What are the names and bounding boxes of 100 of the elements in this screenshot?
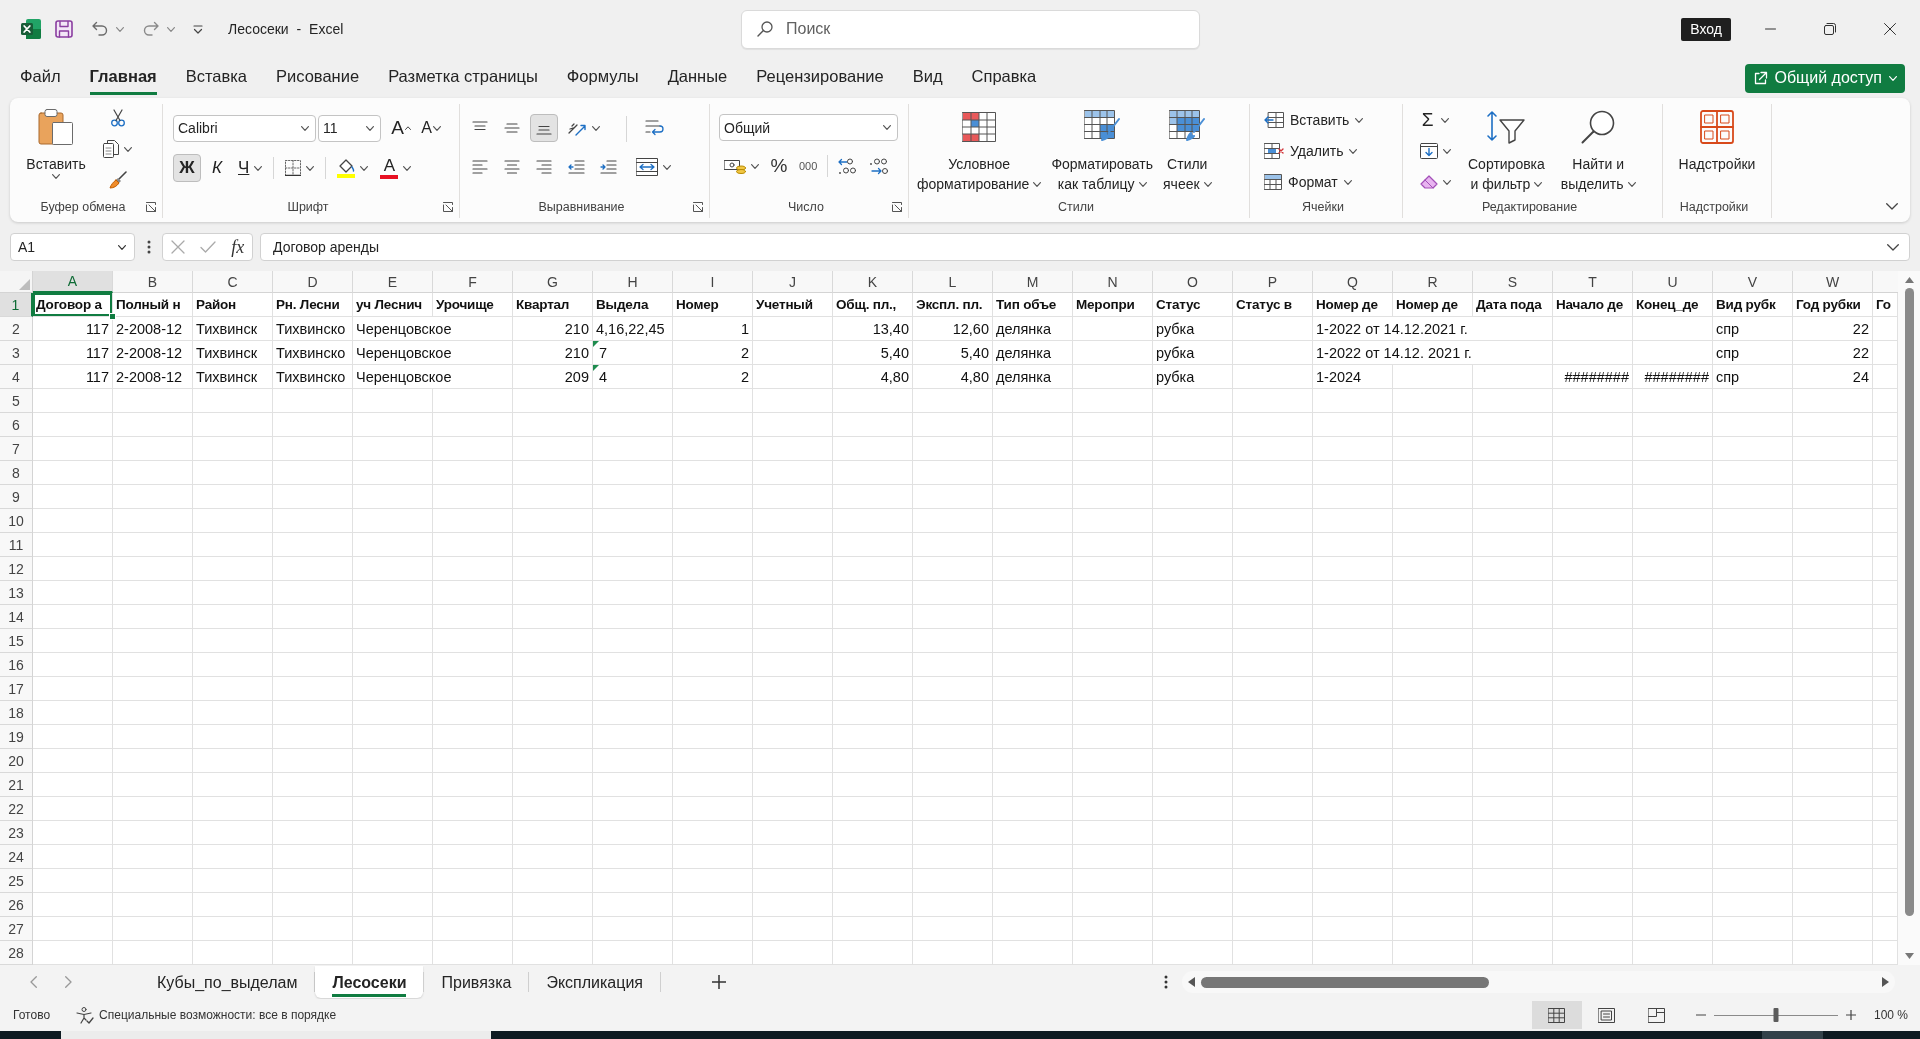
column-header[interactable]: I xyxy=(673,271,753,293)
formula-input[interactable]: Договор аренды xyxy=(260,233,1910,261)
row-header[interactable]: 7 xyxy=(0,437,33,461)
name-box[interactable]: A1 xyxy=(10,233,135,261)
row-header[interactable]: 20 xyxy=(0,749,33,773)
row-header[interactable]: 15 xyxy=(0,629,33,653)
grow-font-button[interactable]: A xyxy=(387,114,415,142)
ribbon-tab[interactable]: Справка xyxy=(971,61,1037,95)
row-header[interactable]: 2 xyxy=(0,317,33,341)
row-header[interactable]: 23 xyxy=(0,821,33,845)
row-header[interactable]: 28 xyxy=(0,941,33,965)
row-header[interactable]: 16 xyxy=(0,653,33,677)
row-header[interactable]: 1 xyxy=(0,293,33,317)
row-header[interactable]: 26 xyxy=(0,893,33,917)
search-field[interactable]: Поиск xyxy=(741,9,1200,49)
number-format-dropdown[interactable]: Общий xyxy=(719,114,898,141)
column-header[interactable]: C xyxy=(193,271,273,293)
column-header[interactable]: E xyxy=(353,271,433,293)
column-header[interactable]: Q xyxy=(1313,271,1393,293)
column-header[interactable]: O xyxy=(1153,271,1233,293)
sheet-tab[interactable]: Привязка xyxy=(424,966,529,998)
scrollbar-thumb[interactable] xyxy=(1201,976,1489,988)
column-header[interactable]: T xyxy=(1553,271,1633,293)
row-header[interactable]: 11 xyxy=(0,533,33,557)
row-header[interactable]: 13 xyxy=(0,581,33,605)
ribbon-tab[interactable]: Разметка страницы xyxy=(388,61,538,95)
column-header[interactable]: P xyxy=(1233,271,1313,293)
ribbon-tab[interactable]: Главная xyxy=(89,61,157,95)
row-header[interactable]: 25 xyxy=(0,869,33,893)
shrink-font-button[interactable]: A xyxy=(417,114,445,142)
dialog-launcher[interactable] xyxy=(443,202,453,212)
font-size-dropdown[interactable]: 11 xyxy=(318,114,381,142)
column-header[interactable]: L xyxy=(913,271,993,293)
ribbon-tab[interactable]: Файл xyxy=(20,61,61,95)
column-header[interactable]: K xyxy=(833,271,913,293)
column-header[interactable]: V xyxy=(1713,271,1793,293)
vertical-align-button[interactable] xyxy=(530,114,558,142)
share-button[interactable]: Общий доступ xyxy=(1744,63,1905,93)
ribbon-tab[interactable]: Формулы xyxy=(566,61,639,95)
column-header[interactable]: H xyxy=(593,271,673,293)
ribbon-tab[interactable]: Вид xyxy=(912,61,943,95)
cells-button[interactable]: Удалить xyxy=(1260,137,1402,165)
autosum-button[interactable]: Σ xyxy=(1415,106,1456,134)
editing-button[interactable]: Найти и выделить xyxy=(1556,104,1640,196)
column-header[interactable]: N xyxy=(1073,271,1153,293)
font-style-button[interactable]: Ч xyxy=(233,154,268,182)
select-all-button[interactable] xyxy=(0,271,33,293)
zoom-slider-thumb[interactable] xyxy=(1773,1008,1779,1022)
accessibility-button[interactable]: Специальные возможности: все в порядке xyxy=(76,1006,337,1024)
row-header[interactable]: 18 xyxy=(0,701,33,725)
styles-button[interactable]: Стили ячеек xyxy=(1159,104,1216,196)
ribbon-tab[interactable]: Рисование xyxy=(276,61,360,95)
column-header[interactable]: M xyxy=(993,271,1073,293)
row-header[interactable]: 4 xyxy=(0,365,33,389)
sheet-tab[interactable]: Экспликация xyxy=(529,966,661,998)
editing-button[interactable]: Сортировка и фильтр xyxy=(1464,104,1549,196)
collapse-ribbon-button[interactable] xyxy=(1884,201,1900,212)
cells-button[interactable]: Формат xyxy=(1260,168,1402,196)
dialog-launcher[interactable] xyxy=(892,202,902,212)
sign-in-button[interactable]: Вход xyxy=(1681,17,1731,41)
selected-cell[interactable]: Договор а xyxy=(33,293,113,317)
font-style-button[interactable]: К xyxy=(203,154,231,182)
enter-button[interactable] xyxy=(198,239,218,255)
styles-button[interactable]: Условное форматирование xyxy=(913,104,1046,196)
row-header[interactable]: 21 xyxy=(0,773,33,797)
expand-formula-button[interactable] xyxy=(1885,241,1901,253)
row-header[interactable]: 22 xyxy=(0,797,33,821)
row-header[interactable]: 5 xyxy=(0,389,33,413)
scrollbar-thumb[interactable] xyxy=(1904,288,1914,916)
column-header[interactable]: B xyxy=(113,271,193,293)
ribbon-tab[interactable]: Рецензирование xyxy=(756,61,884,95)
row-header[interactable]: 9 xyxy=(0,485,33,509)
column-header[interactable]: W xyxy=(1793,271,1873,293)
column-header[interactable]: S xyxy=(1473,271,1553,293)
vertical-scrollbar[interactable] xyxy=(1898,271,1920,965)
ribbon-tab[interactable]: Данные xyxy=(667,61,728,95)
fill-handle[interactable] xyxy=(109,313,116,320)
row-header[interactable]: 3 xyxy=(0,341,33,365)
cells-button[interactable]: Вставить xyxy=(1260,106,1402,134)
view-button[interactable] xyxy=(1531,1001,1582,1029)
font-style-button[interactable]: Ж xyxy=(173,154,201,182)
font-color-button[interactable]: A xyxy=(375,154,417,182)
sheet-tab[interactable]: Кубы_по_выделам xyxy=(140,966,315,998)
horizontal-scrollbar[interactable] xyxy=(1182,971,1895,993)
row-header[interactable]: 19 xyxy=(0,725,33,749)
row-header[interactable]: 6 xyxy=(0,413,33,437)
styles-button[interactable]: Форматировать как таблицу xyxy=(1047,104,1157,196)
row-header[interactable]: 17 xyxy=(0,677,33,701)
row-header[interactable]: 10 xyxy=(0,509,33,533)
row-header[interactable]: 14 xyxy=(0,605,33,629)
percent-button[interactable]: % xyxy=(765,152,793,180)
row-header[interactable]: 27 xyxy=(0,917,33,941)
row-header[interactable]: 24 xyxy=(0,845,33,869)
column-header[interactable]: F xyxy=(433,271,513,293)
column-header[interactable]: J xyxy=(753,271,833,293)
thousands-separator-button[interactable]: 000 xyxy=(794,152,823,180)
dialog-launcher[interactable] xyxy=(146,202,156,212)
next-sheet-button[interactable] xyxy=(63,974,74,990)
font-name-dropdown[interactable]: Calibri xyxy=(173,114,316,142)
row-header[interactable]: 12 xyxy=(0,557,33,581)
